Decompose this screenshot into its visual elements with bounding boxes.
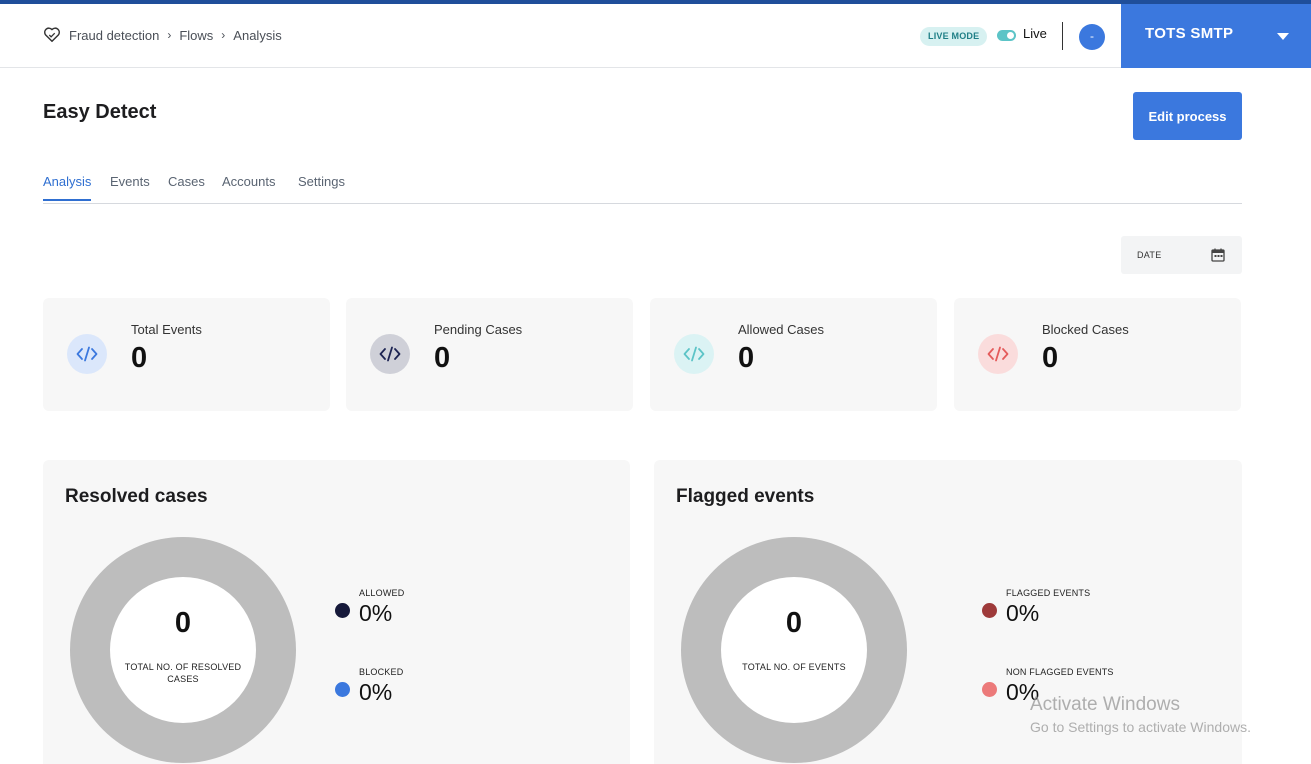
- edit-process-button[interactable]: Edit process: [1133, 92, 1242, 140]
- stat-label: Allowed Cases: [738, 322, 824, 337]
- legend-value: 0%: [359, 600, 393, 626]
- legend-label: NON FLAGGED EVENTS: [1006, 667, 1114, 677]
- avatar[interactable]: -: [1079, 24, 1105, 50]
- stat-card-blocked-cases: Blocked Cases 0: [954, 298, 1241, 411]
- code-icon: [674, 334, 714, 374]
- breadcrumb-flows[interactable]: Flows: [179, 28, 213, 43]
- stat-value: 0: [434, 342, 451, 374]
- live-mode-badge: LIVE MODE: [920, 27, 988, 46]
- stat-value: 0: [738, 342, 755, 374]
- legend-dot: [335, 682, 350, 697]
- breadcrumb-analysis: Analysis: [233, 27, 282, 43]
- panel-title: Resolved cases: [65, 486, 208, 507]
- legend-value: 0%: [359, 679, 393, 705]
- legend-value: 0%: [1006, 600, 1040, 626]
- resolved-cases-donut-chart: 0 TOTAL NO. OF RESOLVED CASES: [70, 537, 296, 763]
- calendar-icon[interactable]: [1211, 248, 1225, 262]
- code-icon: [978, 334, 1018, 374]
- caret-down-icon: [1277, 33, 1289, 40]
- stat-value: 0: [131, 342, 148, 374]
- stat-card-total-events: Total Events 0: [43, 298, 330, 411]
- live-label: Live: [1023, 26, 1047, 41]
- stat-card-allowed-cases: Allowed Cases 0: [650, 298, 937, 411]
- date-filter-label: DATE: [1137, 250, 1162, 260]
- flagged-events-donut-chart: 0 TOTAL NO. OF EVENTS: [681, 537, 907, 763]
- legend-label: FLAGGED EVENTS: [1006, 588, 1091, 598]
- tab-bar: Analysis Events Cases Accounts Settings: [43, 170, 1242, 204]
- tab-analysis[interactable]: Analysis: [43, 174, 92, 201]
- resolved-cases-panel: Resolved cases 0 TOTAL NO. OF RESOLVED C…: [43, 460, 630, 764]
- tab-accounts[interactable]: Accounts: [222, 174, 275, 199]
- donut-total: 0: [785, 607, 803, 639]
- legend-label: BLOCKED: [359, 667, 404, 677]
- stat-label: Blocked Cases: [1042, 322, 1129, 337]
- heart-shield-icon: [43, 27, 61, 43]
- legend-dot: [982, 682, 997, 697]
- stat-card-pending-cases: Pending Cases 0: [346, 298, 633, 411]
- activate-windows-subtitle: Go to Settings to activate Windows.: [1030, 719, 1251, 735]
- donut-center: 0 TOTAL NO. OF RESOLVED CASES: [110, 577, 256, 723]
- donut-caption: TOTAL NO. OF EVENTS: [742, 662, 846, 672]
- tab-events[interactable]: Events: [110, 174, 150, 199]
- live-mode-toggle[interactable]: [997, 30, 1016, 41]
- breadcrumb: Fraud detection › Flows › Analysis: [43, 26, 282, 44]
- stat-value: 0: [1042, 342, 1059, 374]
- account-name: TOTS SMTP: [1145, 25, 1234, 42]
- legend-dot: [982, 603, 997, 618]
- stat-label: Total Events: [131, 322, 202, 337]
- chevron-right-icon: ›: [167, 28, 172, 42]
- code-icon: [370, 334, 410, 374]
- donut-center: 0 TOTAL NO. OF EVENTS: [721, 577, 867, 723]
- date-filter[interactable]: DATE: [1121, 236, 1242, 274]
- legend-label: ALLOWED: [359, 588, 405, 598]
- tab-settings[interactable]: Settings: [298, 174, 345, 199]
- legend-dot: [335, 603, 350, 618]
- chevron-right-icon: ›: [221, 28, 226, 42]
- activate-windows-title: Activate Windows: [1030, 694, 1180, 715]
- panel-title: Flagged events: [676, 486, 815, 507]
- tab-cases[interactable]: Cases: [168, 174, 205, 199]
- page-title: Easy Detect: [43, 101, 157, 123]
- breadcrumb-fraud-detection[interactable]: Fraud detection: [69, 28, 159, 43]
- stat-label: Pending Cases: [434, 322, 523, 337]
- top-header: Fraud detection › Flows › Analysis LIVE …: [0, 4, 1311, 68]
- header-divider: [1062, 22, 1063, 50]
- donut-total: 0: [174, 607, 192, 639]
- donut-caption: TOTAL NO. OF RESOLVED CASES: [124, 662, 242, 684]
- account-switcher-button[interactable]: TOTS SMTP: [1121, 4, 1311, 68]
- code-icon: [67, 334, 107, 374]
